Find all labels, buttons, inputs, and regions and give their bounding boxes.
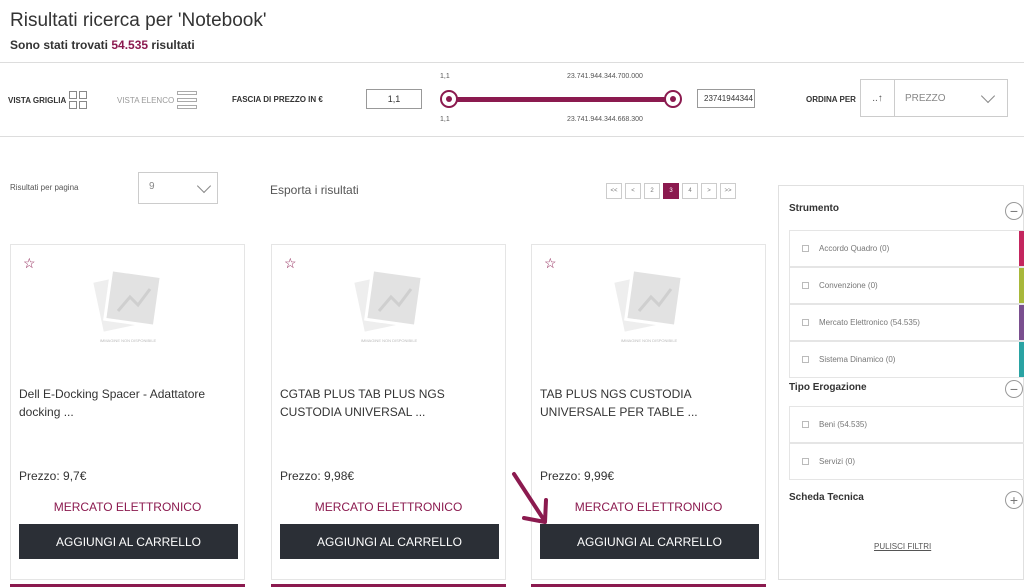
product-card: ☆ IMMAGINE NON DISPONIBILE TAB PLUS NGS …: [531, 244, 766, 587]
filter-option-label: Servizi (0): [819, 457, 856, 466]
filter-option[interactable]: Accordo Quadro (0): [789, 230, 1024, 267]
favorite-star-icon[interactable]: ☆: [23, 255, 36, 272]
image-placeholder-icon: IMMAGINE NON DISPONIBILE: [354, 268, 424, 343]
list-view-toggle[interactable]: VISTA ELENCO: [117, 91, 198, 109]
filter-option-label: Accordo Quadro (0): [819, 244, 890, 253]
product-market: MERCATO ELETTRONICO: [53, 500, 202, 514]
product-card: ☆ IMMAGINE NON DISPONIBILE Dell E-Dockin…: [10, 244, 245, 587]
image-placeholder-icon: IMMAGINE NON DISPONIBILE: [614, 268, 684, 343]
sort-value: PREZZO: [905, 92, 946, 104]
price-range-label: FASCIA DI PREZZO IN €: [232, 95, 323, 104]
checkbox[interactable]: [802, 282, 809, 289]
grid-icon: [69, 91, 88, 109]
price-slider-track: [445, 97, 681, 102]
product-price: Prezzo: 9,98€: [280, 469, 355, 483]
image-placeholder-text: IMMAGINE NON DISPONIBILE: [621, 338, 678, 343]
filters-panel: Strumento − Accordo Quadro (0) Convenzio…: [778, 185, 1024, 580]
image-placeholder-text: IMMAGINE NON DISPONIBILE: [361, 338, 418, 343]
chevron-down-icon: [196, 178, 212, 194]
color-strip: [1019, 268, 1024, 303]
image-placeholder-icon: IMMAGINE NON DISPONIBILE: [93, 268, 163, 343]
card-accent-bar: [271, 584, 506, 587]
grid-view-label: VISTA GRIGLIA: [8, 95, 67, 105]
sort-label: ORDINA PER: [806, 95, 856, 104]
checkbox[interactable]: [802, 458, 809, 465]
checkbox[interactable]: [802, 356, 809, 363]
collapse-minus-icon[interactable]: −: [1005, 202, 1023, 220]
favorite-star-icon[interactable]: ☆: [284, 255, 297, 272]
page-title: Risultati ricerca per 'Notebook': [10, 10, 267, 31]
filter-option[interactable]: Servizi (0): [789, 443, 1024, 480]
checkbox[interactable]: [802, 421, 809, 428]
product-price: Prezzo: 9,7€: [19, 469, 87, 483]
checkbox[interactable]: [802, 319, 809, 326]
per-page-value: 9: [149, 181, 155, 192]
product-market: MERCATO ELETTRONICO: [574, 500, 723, 514]
per-page-label: Risultati per pagina: [10, 183, 79, 192]
color-strip: [1019, 305, 1024, 340]
card-accent-bar: [10, 584, 245, 587]
add-to-cart-button[interactable]: AGGIUNGI AL CARRELLO: [280, 524, 499, 559]
product-name[interactable]: TAB PLUS NGS CUSTODIA UNIVERSALE PER TAB…: [540, 385, 760, 421]
pointer-arrow-icon: [512, 472, 548, 524]
chevron-down-icon: [980, 88, 996, 104]
product-card: ☆ IMMAGINE NON DISPONIBILE CGTAB PLUS TA…: [271, 244, 506, 587]
favorite-star-icon[interactable]: ☆: [544, 255, 557, 272]
add-to-cart-button[interactable]: AGGIUNGI AL CARRELLO: [540, 524, 759, 559]
slider-top-max: 23.741.944.344.700.000: [567, 73, 643, 80]
slider-top-min: 1,1: [440, 73, 450, 80]
page-prev[interactable]: <: [625, 183, 641, 199]
slider-bottom-max: 23.741.944.344.668.300: [567, 116, 643, 123]
summary-suffix: risultati: [151, 38, 195, 52]
color-strip: [1019, 231, 1024, 266]
grid-view-toggle[interactable]: VISTA GRIGLIA: [8, 91, 88, 109]
page-4[interactable]: 4: [682, 183, 698, 199]
filter-option[interactable]: Beni (54.535): [789, 406, 1024, 443]
page-next[interactable]: >: [701, 183, 717, 199]
filter-option[interactable]: Convenzione (0): [789, 267, 1024, 304]
filter-option-label: Mercato Elettronico (54.535): [819, 318, 920, 327]
checkbox[interactable]: [802, 245, 809, 252]
expand-plus-icon[interactable]: +: [1005, 491, 1023, 509]
export-link[interactable]: Esporta i risultati: [270, 183, 359, 197]
per-page-select[interactable]: 9: [138, 172, 218, 204]
slider-bottom-min: 1,1: [440, 116, 450, 123]
collapse-minus-icon[interactable]: −: [1005, 380, 1023, 398]
sort-icon[interactable]: ..↑: [861, 80, 895, 116]
price-slider-max-handle[interactable]: [664, 90, 682, 108]
filter-heading-strumento: Strumento: [789, 203, 839, 214]
price-max-input[interactable]: 23741944344: [697, 89, 755, 108]
results-header: Risultati ricerca per 'Notebook' Sono st…: [10, 10, 266, 52]
sort-select[interactable]: ..↑ PREZZO: [860, 79, 1008, 117]
page-first[interactable]: <<: [606, 183, 622, 199]
product-market: MERCATO ELETTRONICO: [314, 500, 463, 514]
add-to-cart-button[interactable]: AGGIUNGI AL CARRELLO: [19, 524, 238, 559]
image-placeholder-text: IMMAGINE NON DISPONIBILE: [100, 338, 157, 343]
result-count: 54.535: [111, 38, 149, 52]
filter-option-label: Convenzione (0): [819, 281, 878, 290]
filter-option[interactable]: Mercato Elettronico (54.535): [789, 304, 1024, 341]
summary-prefix: Sono stati trovati: [10, 38, 109, 52]
page-3[interactable]: 3: [663, 183, 679, 199]
pagination: << < 2 3 4 > >>: [606, 183, 736, 199]
filter-option-label: Beni (54.535): [819, 420, 868, 429]
product-name[interactable]: Dell E-Docking Spacer - Adattatore docki…: [19, 385, 239, 421]
price-min-input[interactable]: 1,1: [366, 89, 422, 109]
results-summary: Sono stati trovati 54.535 risultati: [10, 38, 266, 52]
filter-heading-scheda: Scheda Tecnica: [789, 492, 864, 503]
card-accent-bar: [531, 584, 766, 587]
color-strip: [1019, 342, 1024, 377]
product-name[interactable]: CGTAB PLUS TAB PLUS NGS CUSTODIA UNIVERS…: [280, 385, 500, 421]
list-view-label: VISTA ELENCO: [117, 95, 175, 105]
clear-filters-link[interactable]: PULISCI FILTRI: [874, 542, 931, 551]
page-last[interactable]: >>: [720, 183, 736, 199]
filter-option-label: Sistema Dinamico (0): [819, 355, 896, 364]
filter-heading-erogazione: Tipo Erogazione: [789, 382, 867, 393]
price-slider-min-handle[interactable]: [440, 90, 458, 108]
page-2[interactable]: 2: [644, 183, 660, 199]
list-icon: [177, 91, 198, 109]
filter-option[interactable]: Sistema Dinamico (0): [789, 341, 1024, 378]
results-toolbar: VISTA GRIGLIA VISTA ELENCO FASCIA DI PRE…: [0, 62, 1024, 137]
